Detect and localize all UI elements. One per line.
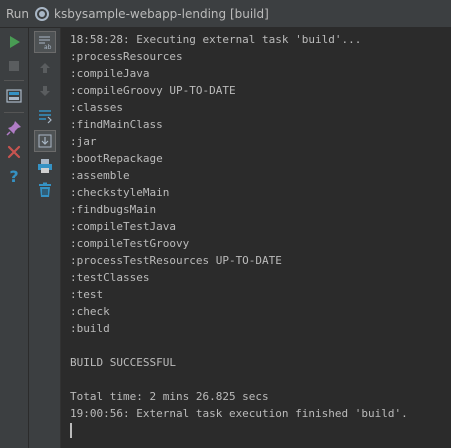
console-line: :build — [70, 322, 110, 335]
console-line: :checkstyleMain — [70, 186, 170, 199]
text-cursor — [70, 423, 72, 438]
console-line: :jar — [70, 135, 97, 148]
console-line: :processResources — [70, 50, 183, 63]
run-toolbar-left: ? — [0, 28, 29, 448]
close-icon[interactable] — [3, 142, 25, 162]
console-line: BUILD SUCCESSFUL — [70, 356, 176, 369]
console-line: :assemble — [70, 169, 130, 182]
console-line: :findbugsMain — [70, 203, 157, 216]
sort-icon[interactable] — [34, 106, 56, 126]
help-icon[interactable]: ? — [3, 166, 25, 186]
console-toolbar: ab — [29, 28, 61, 448]
soft-wrap-icon[interactable]: ab — [34, 31, 56, 53]
trash-icon[interactable] — [34, 180, 56, 200]
console-line: :testClasses — [70, 271, 150, 284]
console-line: Total time: 2 mins 26.825 secs — [70, 390, 269, 403]
console-line: :classes — [70, 101, 123, 114]
console-output[interactable]: 18:58:28: Executing external task 'build… — [61, 28, 451, 448]
scroll-up-icon[interactable] — [34, 58, 56, 78]
console-line: :bootRepackage — [70, 152, 163, 165]
run-tool-window: Run ksbysample-webapp-lending [build] ? … — [0, 0, 451, 448]
console-line: :findMainClass — [70, 118, 163, 131]
stop-icon[interactable] — [3, 56, 25, 76]
console-line: :processTestResources UP-TO-DATE — [70, 254, 282, 267]
layout-icon[interactable] — [3, 86, 25, 106]
gradle-icon — [35, 6, 50, 21]
console-line: :compileTestGroovy — [70, 237, 190, 250]
run-configuration-title[interactable]: ksbysample-webapp-lending [build] — [54, 7, 269, 21]
run-icon[interactable] — [3, 32, 25, 52]
run-titlebar: Run ksbysample-webapp-lending [build] — [0, 0, 451, 28]
toolbar-separator — [4, 112, 24, 113]
console-line: :compileGroovy UP-TO-DATE — [70, 84, 236, 97]
svg-text:ab: ab — [44, 44, 52, 50]
console-line: :test — [70, 288, 104, 301]
console-line: 18:58:28: Executing external task 'build… — [70, 33, 362, 46]
print-icon[interactable] — [34, 156, 56, 176]
console-line: :compileJava — [70, 67, 150, 80]
console-line: 19:00:56: External task execution finish… — [70, 407, 408, 420]
run-label: Run — [6, 6, 30, 21]
console-line: :check — [70, 305, 110, 318]
console-line: :compileTestJava — [70, 220, 176, 233]
pin-icon[interactable] — [3, 118, 25, 138]
scroll-to-end-icon[interactable] — [34, 130, 56, 152]
toolbar-separator — [4, 80, 24, 81]
scroll-down-icon[interactable] — [34, 81, 56, 101]
